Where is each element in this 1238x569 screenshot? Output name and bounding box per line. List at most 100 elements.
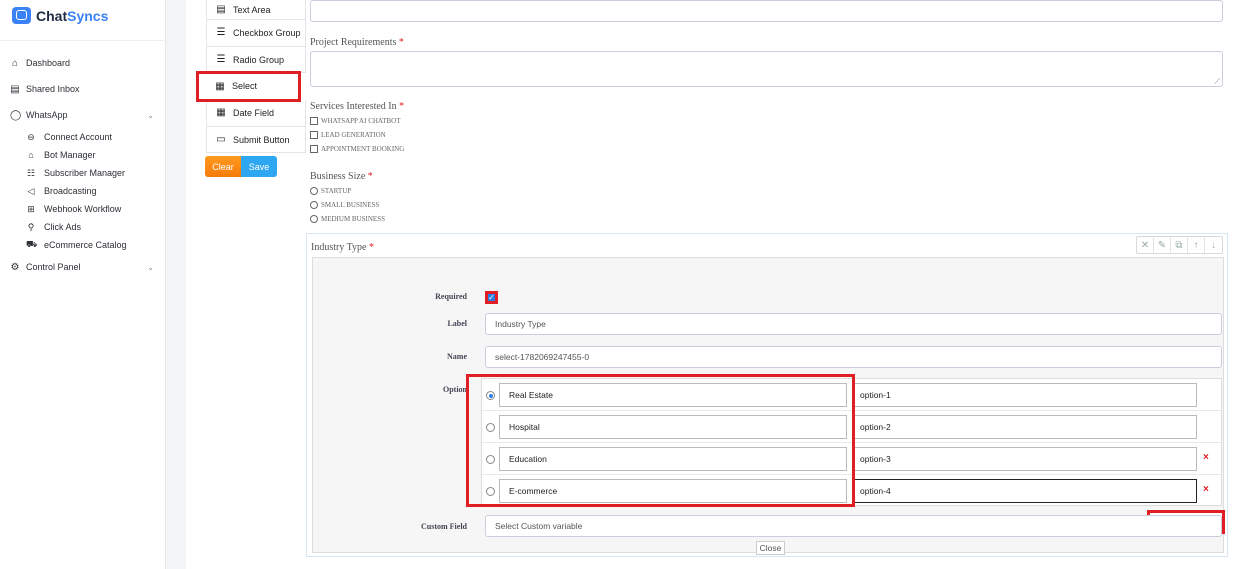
field-label: Services Interested In * — [310, 101, 405, 112]
remove-icon[interactable]: ✕ — [1137, 237, 1154, 253]
brand-name: ChatSyncs — [36, 7, 109, 24]
users-icon: ☷ — [26, 167, 36, 178]
checkbox-list-icon: ☰ — [216, 27, 226, 39]
sidebar-subitem-webhook-workflow[interactable]: ⊞ Webhook Workflow — [0, 200, 166, 218]
sidebar-subitem-bot-manager[interactable]: ⌂ Bot Manager — [0, 146, 166, 164]
radio-option[interactable]: STARTUP — [310, 187, 351, 195]
option-label-input[interactable]: Education — [499, 447, 847, 471]
ads-icon: ⚲ — [27, 221, 35, 232]
sidebar-subitem-label: Broadcasting — [44, 186, 97, 196]
field-toolbar: ✕ ✎ ⧉ ↑ ↓ — [1136, 236, 1223, 254]
select-icon: ▦ — [215, 80, 225, 92]
custom-field-label: Custom Field — [421, 522, 467, 531]
chevron-down-icon: ⌄ — [147, 262, 154, 272]
save-button[interactable]: Save — [241, 156, 277, 177]
remove-option-icon[interactable]: × — [1203, 452, 1209, 463]
option-default-radio[interactable] — [486, 391, 495, 400]
field-edit-panel: Industry Type * ✕ ✎ ⧉ ↑ ↓ Required ✓ Lab… — [306, 233, 1228, 557]
edit-icon[interactable]: ✎ — [1154, 237, 1171, 253]
sidebar-subitem-label: Connect Account — [44, 132, 113, 142]
sidebar-item-label: Shared Inbox — [26, 84, 80, 94]
palette-item-checkbox-group[interactable]: ☰ Checkbox Group — [206, 20, 306, 47]
palette-item-date-field[interactable]: ▦ Date Field — [206, 100, 306, 127]
checkbox[interactable] — [310, 117, 318, 125]
remove-option-icon[interactable]: × — [1203, 484, 1209, 495]
option-value-input[interactable]: option-1 — [853, 383, 1197, 407]
option-label-input[interactable]: E-commerce — [499, 479, 847, 503]
palette-item-text-area[interactable]: ▤ Text Area — [206, 0, 306, 20]
option-row: Hospital option-2 — [482, 411, 1221, 443]
home-icon: ⌂ — [11, 57, 19, 69]
label-label: Label — [447, 319, 467, 328]
sidebar-subitem-ecommerce-catalog[interactable]: ⛟ eCommerce Catalog — [0, 236, 166, 254]
palette-item-radio-group[interactable]: ☰ Radio Group — [206, 46, 306, 74]
link-icon: ⊖ — [27, 131, 35, 142]
palette-item-label: Checkbox Group — [233, 27, 301, 38]
palette-item-label: Radio Group — [233, 54, 285, 65]
option-value-input[interactable]: option-4 — [853, 479, 1197, 503]
brand-logo[interactable]: ChatSyncs — [12, 7, 108, 24]
palette-item-select[interactable]: ▦ Select — [196, 71, 301, 103]
custom-field-select[interactable]: Select Custom variable — [485, 515, 1222, 537]
textarea-icon: ▤ — [216, 4, 226, 15]
broadcast-icon: ◁ — [27, 185, 35, 196]
radio-list-icon: ☰ — [216, 54, 226, 66]
arrow-down-icon[interactable]: ↓ — [1205, 237, 1222, 253]
sidebar-item-label: Control Panel — [26, 262, 81, 272]
checkbox[interactable] — [310, 145, 318, 153]
sidebar-divider — [0, 40, 166, 41]
sidebar-item-label: WhatsApp — [26, 110, 68, 120]
inbox-icon: ▤ — [10, 83, 20, 95]
arrow-up-icon[interactable]: ↑ — [1188, 237, 1205, 253]
field-palette: ▤ Text Area ☰ Checkbox Group ☰ Radio Gro… — [196, 0, 306, 154]
palette-item-submit-button[interactable]: ▭ Submit Button — [206, 126, 306, 154]
sidebar-item-whatsapp[interactable]: ◯ WhatsApp ⌄ — [0, 102, 166, 128]
option-label-input[interactable]: Real Estate — [499, 383, 847, 407]
radio[interactable] — [310, 187, 318, 195]
sidebar-subitem-label: eCommerce Catalog — [44, 240, 127, 250]
copy-icon[interactable]: ⧉ — [1171, 237, 1188, 253]
field-label: Project Requirements * — [310, 37, 404, 48]
cart-icon: ⛟ — [26, 239, 38, 249]
option-value-input[interactable]: option-2 — [853, 415, 1197, 439]
sidebar-subitem-label: Bot Manager — [44, 150, 96, 160]
text-area-field[interactable] — [310, 0, 1223, 22]
edit-panel-body: Required ✓ Label Industry Type Name sele… — [312, 257, 1225, 555]
sidebar-subitem-subscriber-manager[interactable]: ☷ Subscriber Manager — [0, 164, 166, 182]
checkbox-option[interactable]: LEAD GENERATION — [310, 131, 386, 139]
sidebar-subitem-click-ads[interactable]: ⚲ Click Ads — [0, 218, 166, 236]
checkbox-option[interactable]: APPOINTMENT BOOKING — [310, 145, 404, 153]
sidebar-subitem-label: Click Ads — [44, 222, 82, 232]
option-value-input[interactable]: option-3 — [853, 447, 1197, 471]
option-label-input[interactable]: Hospital — [499, 415, 847, 439]
radio-option[interactable]: SMALL BUSINESS — [310, 201, 379, 209]
palette-actions: Clear Save — [205, 156, 277, 177]
checkbox[interactable] — [310, 131, 318, 139]
sidebar-subitem-broadcasting[interactable]: ◁ Broadcasting — [0, 182, 166, 200]
clear-button[interactable]: Clear — [205, 156, 241, 177]
checkbox-option[interactable]: WHATSAPP AI CHATBOT — [310, 117, 400, 125]
field-label: Business Size * — [310, 171, 373, 182]
name-input[interactable]: select-1782069247455-0 — [485, 346, 1222, 368]
edit-panel-title: Industry Type * — [311, 242, 374, 253]
option-default-radio[interactable] — [486, 487, 495, 496]
palette-item-label: Submit Button — [233, 134, 290, 145]
label-input[interactable]: Industry Type — [485, 313, 1222, 335]
content-gutter — [166, 0, 186, 569]
sidebar-item-control-panel[interactable]: ⚙ Control Panel ⌄ — [0, 254, 166, 280]
sidebar-subitem-connect-account[interactable]: ⊖ Connect Account — [0, 128, 166, 146]
project-requirements-textarea[interactable] — [310, 51, 1223, 87]
bot-icon: ⌂ — [28, 150, 34, 160]
required-checkbox[interactable]: ✓ — [485, 291, 498, 304]
option-default-radio[interactable] — [486, 423, 495, 432]
radio[interactable] — [310, 201, 318, 209]
workflow-icon: ⊞ — [27, 203, 35, 214]
option-default-radio[interactable] — [486, 455, 495, 464]
radio[interactable] — [310, 215, 318, 223]
form-builder: ▤ Text Area ☰ Checkbox Group ☰ Radio Gro… — [186, 0, 1238, 569]
whatsapp-icon: ◯ — [10, 109, 22, 121]
radio-option[interactable]: MEDIUM BUSINESS — [310, 215, 385, 223]
sidebar-item-shared-inbox[interactable]: ▤ Shared Inbox — [0, 76, 166, 102]
close-button[interactable]: Close — [756, 541, 785, 555]
sidebar-item-dashboard[interactable]: ⌂ Dashboard — [0, 50, 166, 76]
